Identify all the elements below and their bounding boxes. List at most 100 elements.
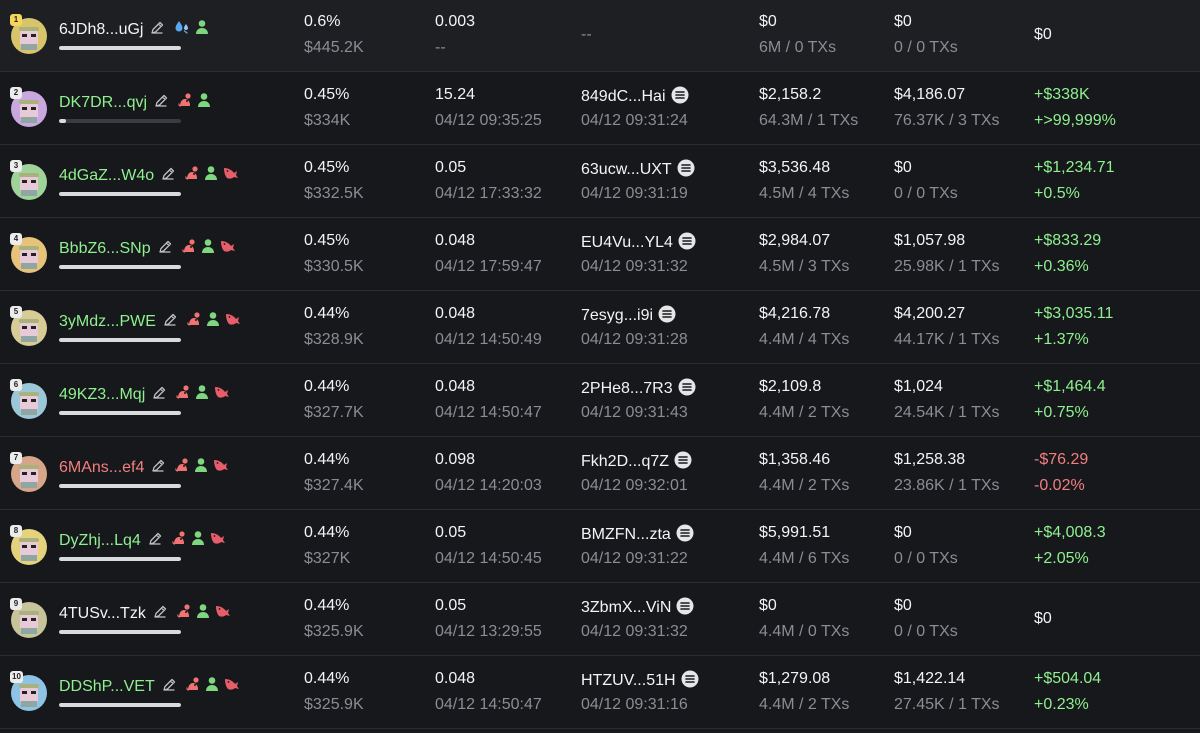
funding-source-cell: 7esyg...i9i 04/12 09:31:28	[581, 292, 751, 364]
funding-source-link[interactable]: HTZUV...51H	[581, 670, 699, 693]
percent-cell: 0.45% $334K	[304, 73, 424, 145]
holding-value: $327K	[304, 550, 351, 567]
percent-cell: 0.44% $328.9K	[304, 292, 424, 364]
funding-source-link[interactable]: BMZFN...zta	[581, 524, 694, 547]
pencil-icon[interactable]	[162, 312, 178, 333]
pencil-icon[interactable]	[153, 93, 169, 114]
wallet-address-link[interactable]: BbbZ6...SNp	[59, 239, 173, 260]
wallet-address-link[interactable]: 3yMdz...PWE	[59, 312, 178, 333]
pencil-icon[interactable]	[149, 20, 165, 41]
wallet-address-link[interactable]: DyZhj...Lq4	[59, 531, 163, 552]
pencil-icon[interactable]	[152, 604, 168, 625]
pnl-cell: +$1,464.4 +0.75%	[1034, 365, 1194, 437]
pnl-cell: +$338K +>99,999%	[1034, 73, 1194, 145]
funding-time: 04/12 09:31:16	[581, 696, 688, 713]
funding-source: 3ZbmX...ViN	[581, 599, 672, 616]
pencil-icon[interactable]	[147, 531, 163, 552]
sold-cell: $1,024 24.54K / 1 TXs	[894, 365, 1029, 437]
holders-table: 1 6JDh8...uGj 0.6% $445.2K 0.003 -- -- $…	[0, 0, 1200, 733]
wallet-tags	[185, 676, 241, 692]
wallet-address-link[interactable]: 4dGaZ...W4o	[59, 166, 176, 187]
pnl-percent: +0.36%	[1034, 258, 1089, 275]
person-icon	[197, 92, 211, 108]
wallet-tags	[176, 603, 232, 619]
table-row[interactable]: 10 DDShP...VET 0.44% $325.9K 0.048 04/12…	[0, 657, 1200, 729]
fish-icon	[224, 311, 242, 327]
sold-detail: 25.98K / 1 TXs	[894, 258, 1000, 275]
balance-time: 04/12 17:59:47	[435, 258, 542, 275]
sol-balance: 0.048	[435, 232, 476, 249]
table-row[interactable]: 5 3yMdz...PWE 0.44% $328.9K 0.048 04/12 …	[0, 292, 1200, 364]
pencil-icon[interactable]	[150, 458, 166, 479]
funding-source-link[interactable]: 63ucw...UXT	[581, 159, 695, 182]
pencil-icon[interactable]	[157, 239, 173, 260]
wallet-address-link[interactable]: DK7DR...qvj	[59, 93, 169, 114]
funding-source-link[interactable]: EU4Vu...YL4	[581, 232, 696, 255]
holding-value: $327.7K	[304, 404, 364, 421]
table-row[interactable]: 7 6MAns...ef4 0.44% $327.4K 0.098 04/12 …	[0, 438, 1200, 510]
wallet-address-link[interactable]: DDShP...VET	[59, 677, 177, 698]
solana-icon	[678, 232, 696, 255]
table-row[interactable]: 1 6JDh8...uGj 0.6% $445.2K 0.003 -- -- $…	[0, 0, 1200, 72]
holding-progress-fill	[59, 630, 181, 634]
funding-source-link[interactable]: 849dC...Hai	[581, 86, 689, 109]
pnl-percent: +0.5%	[1034, 185, 1080, 202]
funding-source-cell: 2PHe8...7R3 04/12 09:31:43	[581, 365, 751, 437]
balance-cell: 0.048 04/12 14:50:47	[435, 657, 575, 729]
percent-cell: 0.45% $332.5K	[304, 146, 424, 218]
wallet-address: 49KZ3...Mqj	[59, 386, 146, 403]
sol-balance: 0.048	[435, 378, 476, 395]
table-row[interactable]: 8 DyZhj...Lq4 0.44% $327K 0.05 04/12 14:…	[0, 511, 1200, 583]
funding-source-link[interactable]: 3ZbmX...ViN	[581, 597, 694, 620]
table-row[interactable]: 3 4dGaZ...W4o 0.45% $332.5K 0.05 04/12 1…	[0, 146, 1200, 218]
balance-cell: 0.05 04/12 13:29:55	[435, 584, 575, 656]
wallet-address-link[interactable]: 6MAns...ef4	[59, 458, 166, 479]
solana-icon	[678, 378, 696, 401]
wallet-address-link[interactable]: 49KZ3...Mqj	[59, 385, 167, 406]
holding-percent: 0.44%	[304, 524, 350, 541]
person-icon	[204, 165, 218, 181]
mouse-icon	[177, 92, 193, 108]
pencil-icon[interactable]	[160, 166, 176, 187]
funding-time: 04/12 09:31:32	[581, 258, 688, 275]
bought-detail: 4.4M / 0 TXs	[759, 623, 850, 640]
pnl-percent: +>99,999%	[1034, 112, 1116, 129]
table-row[interactable]: 9 4TUSv...Tzk 0.44% $325.9K 0.05 04/12 1…	[0, 584, 1200, 656]
wallet-tags	[181, 238, 237, 254]
sold-amount: $0	[894, 524, 912, 541]
holding-value: $334K	[304, 112, 351, 129]
bought-detail: 4.4M / 4 TXs	[759, 331, 850, 348]
wallet-address-link[interactable]: 6JDh8...uGj	[59, 20, 165, 41]
funding-source: BMZFN...zta	[581, 526, 671, 543]
funding-source-link[interactable]: Fkh2D...q7Z	[581, 451, 692, 474]
holding-percent: 0.44%	[304, 378, 350, 395]
sold-detail: 24.54K / 1 TXs	[894, 404, 1000, 421]
funding-source-link[interactable]: 2PHe8...7R3	[581, 378, 696, 401]
mouse-icon	[175, 384, 191, 400]
pencil-icon[interactable]	[151, 385, 167, 406]
table-row[interactable]: 2 DK7DR...qvj 0.45% $334K 15.24 04/12 09…	[0, 73, 1200, 145]
solana-icon	[658, 305, 676, 328]
bought-detail: 4.4M / 6 TXs	[759, 550, 850, 567]
funding-source-cell: --	[581, 0, 751, 72]
pnl-amount: +$4,008.3	[1034, 524, 1106, 541]
solana-icon	[676, 524, 694, 547]
rank-badge: 6	[10, 379, 22, 391]
holding-value: $330.5K	[304, 258, 364, 275]
pencil-icon[interactable]	[161, 677, 177, 698]
table-row[interactable]: 4 BbbZ6...SNp 0.45% $330.5K 0.048 04/12 …	[0, 219, 1200, 291]
bought-amount: $1,279.08	[759, 670, 831, 687]
sold-amount: $0	[894, 597, 912, 614]
sold-cell: $0 0 / 0 TXs	[894, 146, 1029, 218]
table-row[interactable]: 6 49KZ3...Mqj 0.44% $327.7K 0.048 04/12 …	[0, 365, 1200, 437]
wallet-address-link[interactable]: 4TUSv...Tzk	[59, 604, 168, 625]
person-icon	[201, 238, 215, 254]
wallet-address: 6JDh8...uGj	[59, 21, 144, 38]
bought-detail: 64.3M / 1 TXs	[759, 112, 859, 129]
holding-progress-bar	[59, 484, 181, 488]
holding-progress-bar	[59, 192, 181, 196]
mouse-icon	[181, 238, 197, 254]
fish-icon	[219, 238, 237, 254]
percent-cell: 0.44% $327.7K	[304, 365, 424, 437]
funding-source-link[interactable]: 7esyg...i9i	[581, 305, 676, 328]
